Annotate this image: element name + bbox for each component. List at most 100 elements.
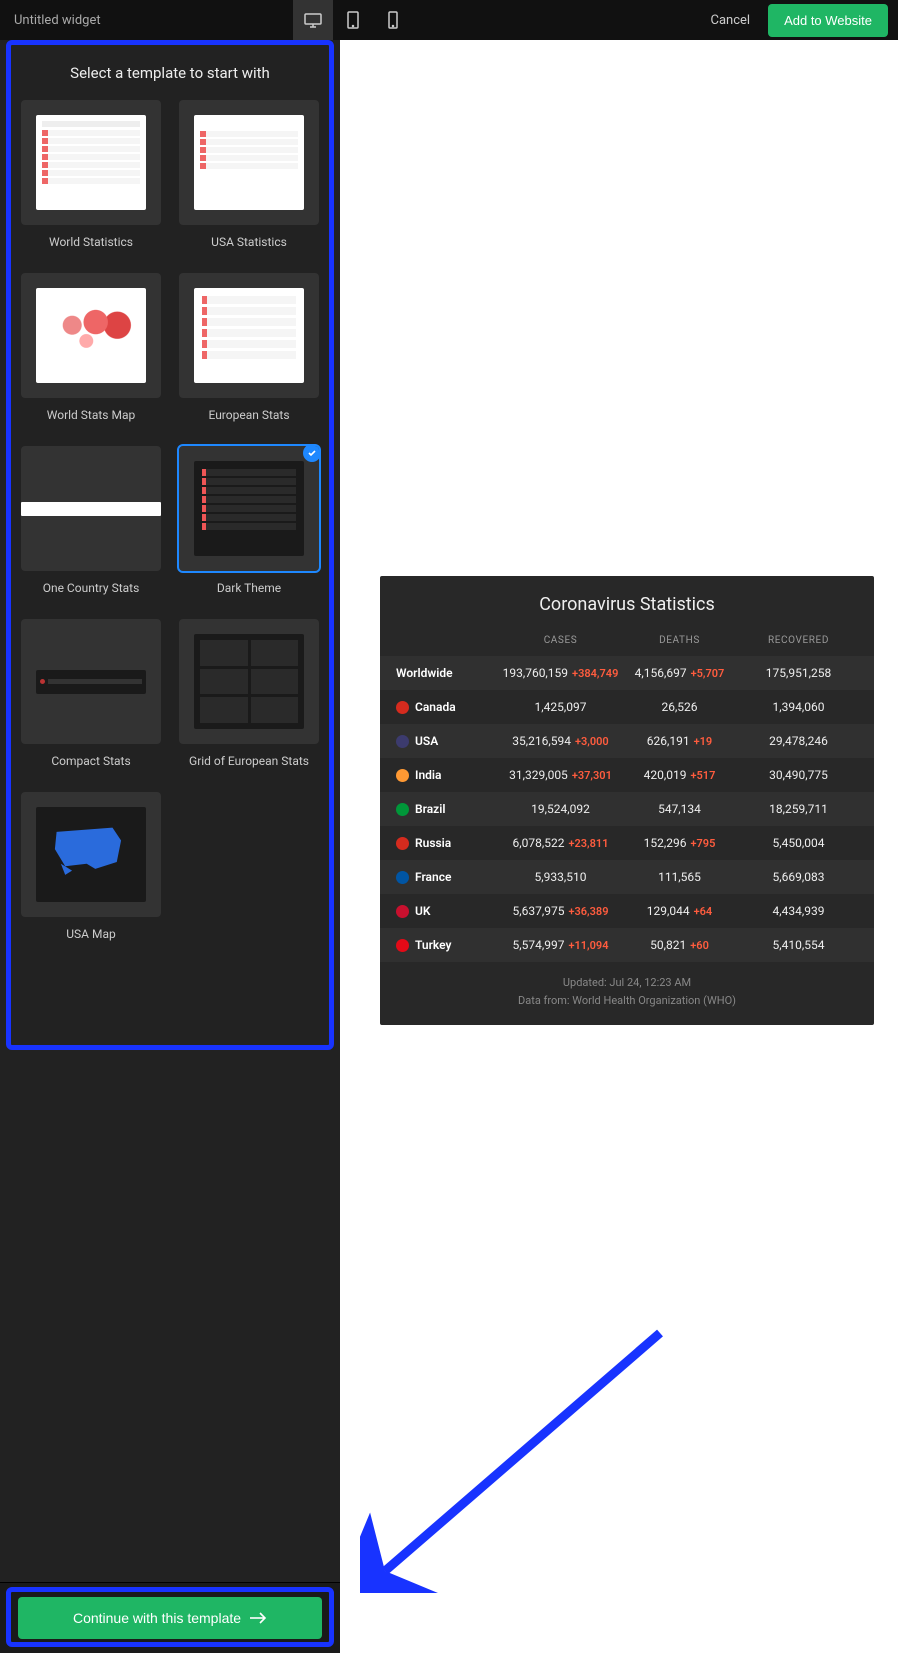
panel-title: Select a template to start with (0, 40, 340, 100)
recovered-value: 5,450,004 (739, 836, 858, 850)
template-label: World Statistics (49, 235, 133, 249)
stat-row: France5,933,510111,5655,669,083 (380, 860, 874, 894)
template-label: USA Statistics (211, 235, 287, 249)
template-label: Dark Theme (217, 581, 281, 595)
widget-title: Untitled widget (0, 13, 293, 28)
deaths-value: 129,044+64 (620, 904, 739, 918)
preview-title: Coronavirus Statistics (380, 576, 874, 629)
template-card-grid-of-european-stats[interactable]: Grid of European Stats (176, 619, 322, 780)
deaths-value: 547,134 (620, 802, 739, 816)
stat-row: Brazil19,524,092547,13418,259,711 (380, 792, 874, 826)
cases-value: 31,329,005+37,301 (501, 768, 620, 782)
continue-bar: Continue with this template (0, 1582, 340, 1653)
country-name: Worldwide (396, 666, 501, 680)
stat-header: CASES DEATHS RECOVERED (380, 629, 874, 656)
template-thumbnail (21, 273, 161, 398)
template-thumbnail (179, 619, 319, 744)
deaths-value: 50,821+60 (620, 938, 739, 952)
footer-source: Data from: World Health Organization (WH… (380, 992, 874, 1010)
recovered-value: 5,410,554 (739, 938, 858, 952)
continue-label: Continue with this template (73, 1610, 241, 1626)
cases-value: 19,524,092 (501, 802, 620, 816)
template-label: Grid of European Stats (189, 754, 309, 768)
flag-icon (396, 905, 409, 918)
mobile-tab[interactable] (373, 0, 413, 40)
country-name: UK (396, 904, 501, 918)
flag-icon (396, 871, 409, 884)
preview-widget: Coronavirus Statistics CASES DEATHS RECO… (380, 576, 874, 1025)
template-panel: Select a template to start with World St… (0, 40, 340, 1653)
template-thumbnail (179, 446, 319, 571)
template-card-compact-stats[interactable]: Compact Stats (18, 619, 164, 780)
flag-icon (396, 769, 409, 782)
template-thumbnail (21, 792, 161, 917)
check-icon (303, 446, 319, 462)
flag-icon (396, 803, 409, 816)
stat-row: Russia6,078,522+23,811152,296+7955,450,0… (380, 826, 874, 860)
stat-row: Canada1,425,09726,5261,394,060 (380, 690, 874, 724)
top-bar: Untitled widget Cancel Add to Website (0, 0, 898, 40)
template-thumbnail (21, 619, 161, 744)
template-card-dark-theme[interactable]: Dark Theme (176, 446, 322, 607)
preview-footer: Updated: Jul 24, 12:23 AM Data from: Wor… (380, 962, 874, 1025)
cases-value: 5,574,997+11,094 (501, 938, 620, 952)
template-card-world-statistics[interactable]: World Statistics (18, 100, 164, 261)
country-name: Brazil (396, 802, 501, 816)
cases-value: 193,760,159+384,749 (501, 666, 620, 680)
recovered-value: 29,478,246 (739, 734, 858, 748)
continue-button[interactable]: Continue with this template (18, 1597, 322, 1639)
stat-row: UK5,637,975+36,389129,044+644,434,939 (380, 894, 874, 928)
deaths-value: 4,156,697+5,707 (620, 666, 739, 680)
arrow-right-icon (249, 1612, 267, 1624)
template-thumbnail (179, 100, 319, 225)
country-name: India (396, 768, 501, 782)
tablet-tab[interactable] (333, 0, 373, 40)
deaths-value: 111,565 (620, 870, 739, 884)
template-thumbnail (21, 446, 161, 571)
template-label: USA Map (66, 927, 115, 941)
mobile-icon (388, 11, 398, 29)
desktop-icon (303, 12, 323, 28)
flag-icon (396, 701, 409, 714)
template-label: European Stats (208, 408, 289, 422)
cases-value: 5,637,975+36,389 (501, 904, 620, 918)
desktop-tab[interactable] (293, 0, 333, 40)
annotation-arrow (360, 1313, 680, 1593)
cancel-button[interactable]: Cancel (693, 13, 769, 28)
template-label: One Country Stats (43, 581, 140, 595)
cases-value: 1,425,097 (501, 700, 620, 714)
template-thumbnail (179, 273, 319, 398)
country-name: USA (396, 734, 501, 748)
template-thumbnail (21, 100, 161, 225)
footer-updated: Updated: Jul 24, 12:23 AM (380, 974, 874, 992)
stat-row: India31,329,005+37,301420,019+51730,490,… (380, 758, 874, 792)
deaths-value: 626,191+19 (620, 734, 739, 748)
template-card-usa-statistics[interactable]: USA Statistics (176, 100, 322, 261)
recovered-value: 30,490,775 (739, 768, 858, 782)
template-card-world-stats-map[interactable]: World Stats Map (18, 273, 164, 434)
stat-row: Worldwide193,760,159+384,7494,156,697+5,… (380, 656, 874, 690)
cases-value: 35,216,594+3,000 (501, 734, 620, 748)
template-label: World Stats Map (47, 408, 135, 422)
recovered-value: 175,951,258 (739, 666, 858, 680)
flag-icon (396, 735, 409, 748)
stat-row: USA35,216,594+3,000626,191+1929,478,246 (380, 724, 874, 758)
template-card-usa-map[interactable]: USA Map (18, 792, 164, 953)
flag-icon (396, 939, 409, 952)
template-card-one-country-stats[interactable]: One Country Stats (18, 446, 164, 607)
country-name: Turkey (396, 938, 501, 952)
col-cases: CASES (501, 635, 620, 646)
tablet-icon (346, 11, 360, 29)
recovered-value: 1,394,060 (739, 700, 858, 714)
add-to-website-button[interactable]: Add to Website (768, 4, 888, 37)
recovered-value: 4,434,939 (739, 904, 858, 918)
template-card-european-stats[interactable]: European Stats (176, 273, 322, 434)
recovered-value: 18,259,711 (739, 802, 858, 816)
cases-value: 6,078,522+23,811 (501, 836, 620, 850)
deaths-value: 26,526 (620, 700, 739, 714)
country-name: France (396, 870, 501, 884)
cases-value: 5,933,510 (501, 870, 620, 884)
device-tabs (293, 0, 413, 40)
stat-row: Turkey5,574,997+11,09450,821+605,410,554 (380, 928, 874, 962)
country-name: Canada (396, 700, 501, 714)
